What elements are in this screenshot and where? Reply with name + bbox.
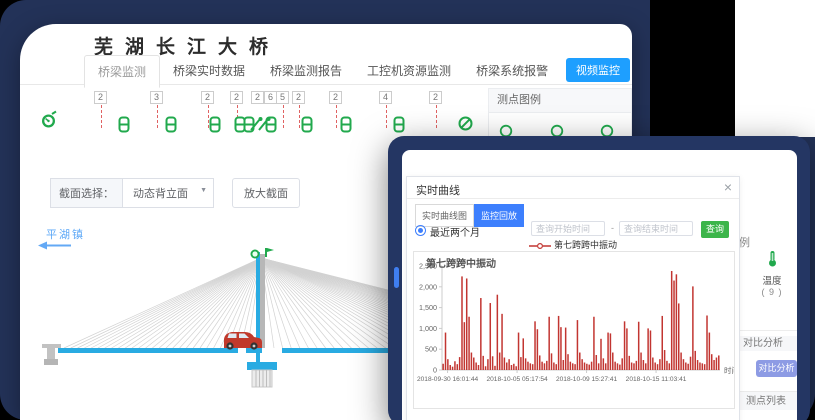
chart-title: 第七跨跨中振动 <box>426 255 496 270</box>
radio-dot <box>418 228 423 233</box>
sensor-count-badge: 2 <box>251 91 264 104</box>
background-window-fragment <box>735 0 815 137</box>
recent-two-months-radio[interactable] <box>415 225 426 236</box>
sensor-count-badge: 2 <box>329 91 342 104</box>
query-button[interactable]: 查询 <box>701 221 729 238</box>
bar-series <box>442 271 719 370</box>
chain-sensor-icon[interactable] <box>165 116 177 138</box>
close-icon[interactable]: × <box>724 179 732 195</box>
temperature-label: 温度 <box>747 273 797 287</box>
thermometer-icon <box>767 250 778 267</box>
svg-text:500: 500 <box>425 345 437 354</box>
modal-content: 测点图例 温度 ( 9 ) 对比分析 对比分析 测点列表 实时曲线 × 实时曲线 <box>402 150 797 420</box>
sensor-count-badge: 2 <box>429 91 442 104</box>
section-select-row: 截面选择： 动态背立面 ▼ 放大截面 <box>50 178 300 208</box>
svg-text:1,000: 1,000 <box>419 324 437 333</box>
temperature-count: ( 9 ) <box>747 287 797 297</box>
compare-analysis-button[interactable]: 对比分析 <box>756 360 797 377</box>
query-end-time-input[interactable] <box>619 221 693 236</box>
scrollbar-thumb[interactable] <box>394 267 399 288</box>
dialog-title: 实时曲线 <box>416 182 460 198</box>
dialog-tab-group: 实时曲线图监控回放 <box>415 204 524 222</box>
sensor-count-badge: 2 <box>94 91 107 104</box>
sensor-dash-line <box>101 105 102 128</box>
chain-sensor-icon[interactable] <box>209 116 221 138</box>
sensor-count-badge: 3 <box>150 91 163 104</box>
sensor-dash-line <box>336 105 337 128</box>
sensor-dash-line <box>283 105 284 128</box>
bridge-abutment <box>42 344 61 365</box>
sensor-count-badge: 2 <box>230 91 243 104</box>
legend-line-icon <box>529 242 551 250</box>
section-select-dropdown[interactable]: 动态背立面 ▼ <box>123 178 214 208</box>
svg-text:时间: 时间 <box>724 365 734 375</box>
svg-text:2018-10-09 15:27:41: 2018-10-09 15:27:41 <box>556 376 618 383</box>
radio-label: 最近两个月 <box>430 224 480 239</box>
vibration-chart-panel: 第七跨跨中振动 05001,0001,5002,0002,5002018-09-… <box>413 251 735 409</box>
bridge-pier <box>247 362 277 387</box>
chain-sensor-icon[interactable] <box>301 116 313 138</box>
sensor-count-badge: 2 <box>201 91 214 104</box>
chain-sensor-icon[interactable] <box>340 116 352 138</box>
sensor-dash-line <box>299 105 300 128</box>
ban-sensor-icon[interactable] <box>458 116 473 136</box>
sensor-dash-line <box>436 105 437 128</box>
lever-sensor-icon[interactable] <box>258 116 271 137</box>
chain-sensor-icon[interactable] <box>118 116 130 138</box>
dialog-tab-监控回放[interactable]: 监控回放 <box>474 204 524 227</box>
point-list-section-header: 测点列表 <box>740 391 797 410</box>
svg-text:2018-10-15 11:03:41: 2018-10-15 11:03:41 <box>626 376 687 383</box>
svg-text:0: 0 <box>433 366 437 375</box>
section-select-value: 动态背立面 <box>133 188 188 200</box>
svg-text:2,000: 2,000 <box>419 282 437 291</box>
svg-text:1,500: 1,500 <box>419 303 437 312</box>
gauge-sensor-icon[interactable] <box>40 110 58 135</box>
sensor-dash-line <box>386 105 387 128</box>
range-separator: - <box>611 223 614 233</box>
dialog-header: 实时曲线 × <box>407 177 739 199</box>
chevron-down-icon: ▼ <box>200 187 207 194</box>
section-select-label: 截面选择： <box>50 178 123 208</box>
sensor-count-badge: 2 <box>292 91 305 104</box>
realtime-curve-dialog: 实时曲线 × 实时曲线图监控回放 最近两个月 - 查询 第七跨跨中振动 第七跨跨… <box>406 176 740 420</box>
compare-section-header: 对比分析 <box>740 336 797 351</box>
curve-modal-window: 测点图例 温度 ( 9 ) 对比分析 对比分析 测点列表 实时曲线 × 实时曲线 <box>388 136 810 420</box>
chart-legend-label: 第七跨跨中振动 <box>554 240 617 250</box>
screen: 芜湖长江大桥 桥梁监测桥梁实时数据桥梁监测报告工控机资源监测桥梁系统报警视频监控… <box>0 0 815 420</box>
right-panel-divider <box>740 330 797 331</box>
vibration-bar-chart: 05001,0001,5002,0002,5002018-09-30 16:01… <box>414 252 734 408</box>
sensor-dash-line <box>157 105 158 128</box>
svg-text:2018-09-30 16:01:44: 2018-09-30 16:01:44 <box>417 376 479 383</box>
place-name-label: 平湖镇 <box>46 226 85 242</box>
sensor-count-badge: 5 <box>276 91 289 104</box>
query-start-time-input[interactable] <box>531 221 605 236</box>
svg-text:2018-10-05 05:17:54: 2018-10-05 05:17:54 <box>486 376 548 383</box>
black-region <box>650 0 735 137</box>
legend-panel-title: 测点图例 <box>488 88 632 113</box>
sensor-count-badge: 4 <box>379 91 392 104</box>
chart-legend[interactable]: 第七跨跨中振动 <box>407 238 739 251</box>
chain-sensor-icon[interactable] <box>393 116 405 138</box>
zoom-section-button[interactable]: 放大截面 <box>232 178 300 208</box>
temperature-item[interactable]: 温度 ( 9 ) <box>747 250 797 297</box>
